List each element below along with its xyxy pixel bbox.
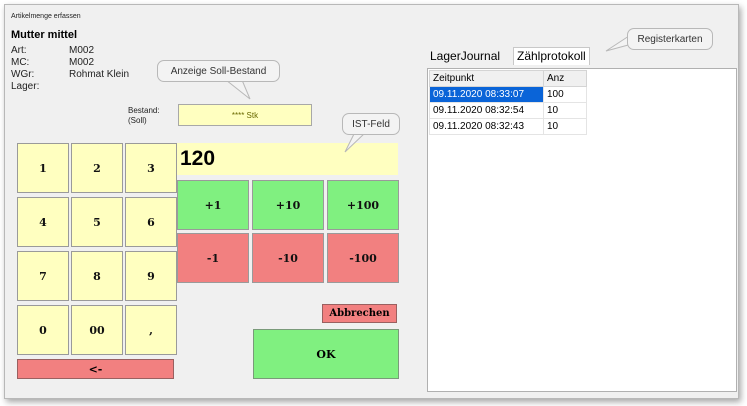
callout-registerkarten: Registerkarten [627, 28, 713, 50]
callout-ist-feld: IST-Feld [342, 113, 400, 135]
callout-tails [224, 33, 633, 153]
callout-soll-bestand: Anzeige Soll-Bestand [157, 60, 280, 82]
